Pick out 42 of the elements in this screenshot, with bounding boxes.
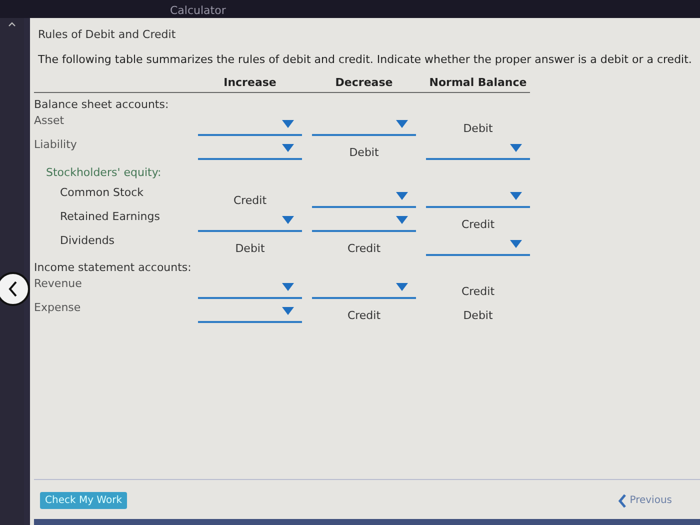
- caret-icon: [396, 192, 408, 200]
- chevron-left-icon: [8, 281, 18, 297]
- column-header: Normal Balance: [426, 76, 530, 93]
- caret-icon: [282, 216, 294, 224]
- answer-text: Credit: [346, 241, 382, 256]
- answer-text: Debit: [348, 145, 380, 160]
- calculator-tab[interactable]: Calculator: [170, 4, 226, 18]
- answer-text: Credit: [460, 217, 496, 232]
- account-name: Asset: [34, 113, 66, 129]
- answer-text: Debit: [462, 121, 494, 136]
- answer-text: Credit: [460, 284, 496, 299]
- subsection-heading: Stockholders' equity:: [46, 166, 162, 178]
- section-heading: Balance sheet accounts:: [34, 98, 169, 111]
- caret-icon: [282, 307, 294, 315]
- account-name: Expense: [34, 300, 82, 316]
- column-header: Increase: [198, 76, 302, 93]
- account-name: Liability: [34, 137, 78, 153]
- chevron-up-icon[interactable]: [8, 22, 16, 27]
- caret-icon: [396, 216, 408, 224]
- answer-text: Debit: [462, 308, 494, 323]
- account-name: Revenue: [34, 276, 83, 292]
- instructions-text: The following table summarizes the rules of debit and credit. Indicate whether the proper answer is a debit or a credit.: [38, 53, 693, 66]
- caret-icon: [396, 120, 408, 128]
- answer-text: Credit: [232, 193, 268, 208]
- account-name: Dividends: [59, 233, 116, 249]
- caret-icon: [510, 240, 522, 248]
- caret-icon: [396, 283, 408, 291]
- section-heading: Income statement accounts:: [34, 261, 192, 274]
- chevron-left-icon: [618, 494, 626, 508]
- column-header: Decrease: [312, 76, 416, 93]
- answer-text: Debit: [234, 241, 266, 256]
- page-title: Rules of Debit and Credit: [38, 28, 177, 41]
- account-name: Retained Earnings: [59, 209, 161, 225]
- caret-icon: [510, 144, 522, 152]
- caret-icon: [282, 144, 294, 152]
- previous-link[interactable]: Previous: [618, 494, 672, 508]
- check-my-work-button[interactable]: Check My Work: [40, 492, 127, 509]
- caret-icon: [282, 283, 294, 291]
- answer-text: Credit: [346, 308, 382, 323]
- caret-icon: [510, 192, 522, 200]
- caret-icon: [282, 120, 294, 128]
- account-name: Common Stock: [59, 185, 144, 201]
